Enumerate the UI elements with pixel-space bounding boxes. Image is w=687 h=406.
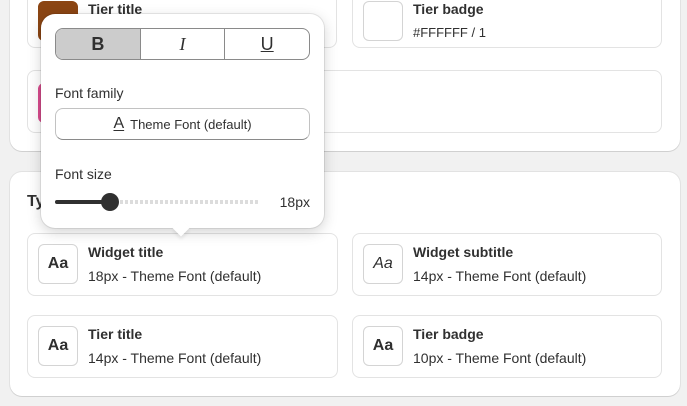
- font-sample-icon: Aa: [363, 326, 403, 366]
- underline-toggle[interactable]: U: [225, 29, 309, 59]
- font-size-slider[interactable]: [55, 192, 259, 212]
- widget-subtitle-label: Widget subtitle: [413, 244, 514, 260]
- widget-subtitle-value: 14px - Theme Font (default): [413, 268, 587, 284]
- font-family-select[interactable]: A Theme Font (default): [55, 108, 310, 140]
- font-family-label: Font family: [55, 85, 124, 101]
- text-font-icon: A: [113, 115, 125, 132]
- tier-title-typography-tile[interactable]: Aa Tier title 14px - Theme Font (default…: [27, 315, 338, 378]
- tier-badge-color-tile[interactable]: Tier badge #FFFFFF / 1: [352, 0, 662, 48]
- tier-badge-color-value: #FFFFFF / 1: [413, 25, 486, 40]
- widget-subtitle-typography-tile[interactable]: Aa Widget subtitle 14px - Theme Font (de…: [352, 233, 662, 296]
- tier-badge-color-swatch[interactable]: [363, 1, 403, 41]
- widget-title-value: 18px - Theme Font (default): [88, 268, 262, 284]
- slider-handle[interactable]: [101, 193, 119, 211]
- tier-title-value: 14px - Theme Font (default): [88, 350, 262, 366]
- font-family-value: Theme Font (default): [130, 116, 252, 132]
- tier-badge-color-label: Tier badge: [413, 1, 484, 17]
- font-sample-icon: Aa: [363, 244, 403, 284]
- typography-popover: B I U Font family A Theme Font (default)…: [41, 14, 324, 228]
- font-sample-icon: Aa: [38, 326, 78, 366]
- tier-title-label: Tier title: [88, 326, 143, 342]
- italic-toggle[interactable]: I: [141, 29, 226, 59]
- font-sample-icon: Aa: [38, 244, 78, 284]
- tier-badge-typography-tile[interactable]: Aa Tier badge 10px - Theme Font (default…: [352, 315, 662, 378]
- bold-toggle[interactable]: B: [56, 29, 141, 59]
- tier-badge-label: Tier badge: [413, 326, 484, 342]
- font-size-value: 18px: [279, 194, 310, 210]
- font-size-label: Font size: [55, 166, 112, 182]
- tier-badge-value: 10px - Theme Font (default): [413, 350, 587, 366]
- text-style-toggle-group: B I U: [55, 28, 310, 60]
- widget-title-typography-tile[interactable]: Aa Widget title 18px - Theme Font (defau…: [27, 233, 338, 296]
- widget-title-label: Widget title: [88, 244, 164, 260]
